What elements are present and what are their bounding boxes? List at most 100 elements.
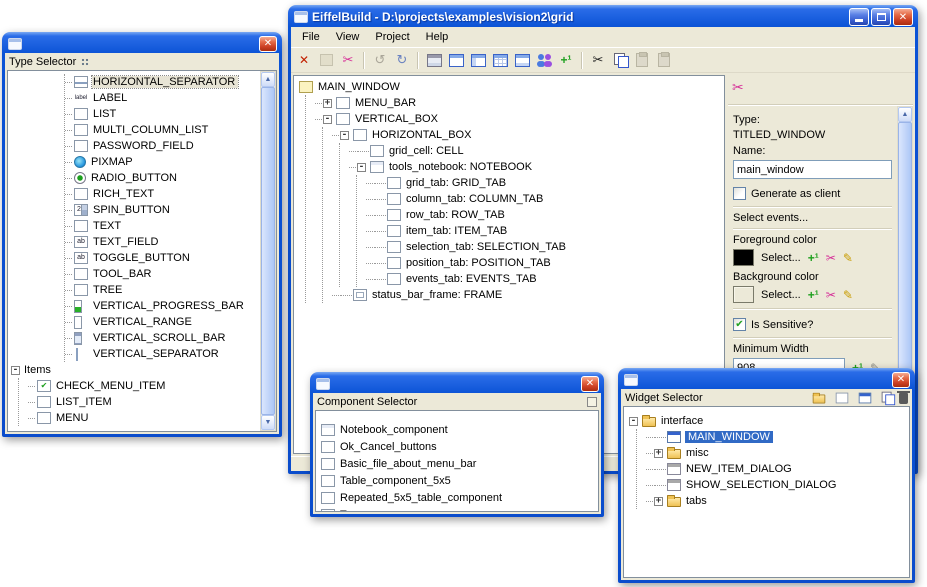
type-item-toggle-button[interactable]: ab TOGGLE_BUTTON (65, 250, 260, 266)
component-item-notebook[interactable]: Notebook_component (320, 421, 598, 438)
select-events-button[interactable]: Select events... (733, 212, 892, 224)
view-split-icon[interactable] (468, 50, 488, 70)
widget-node-show-selection-dialog[interactable]: SHOW_SELECTION_DIALOG (646, 477, 909, 493)
tree-node-horizontal-box[interactable]: - HORIZONTAL_BOX (332, 127, 724, 143)
type-item-menu[interactable]: MENU (28, 410, 260, 426)
collapse-icon[interactable]: - (340, 131, 349, 140)
widget-selector-titlebar[interactable]: ✕ (621, 368, 912, 389)
component-item-table[interactable]: Table_component_5x5 (320, 472, 598, 489)
type-item-password-field[interactable]: PASSWORD_FIELD (65, 138, 260, 154)
copy-icon[interactable] (881, 392, 895, 405)
scrollbar-thumb[interactable] (261, 87, 275, 415)
users-icon[interactable] (534, 50, 554, 70)
scroll-up-icon[interactable]: ▲ (261, 72, 275, 87)
close-button[interactable]: ✕ (581, 376, 599, 392)
new-folder-icon[interactable] (813, 395, 826, 404)
expand-icon[interactable]: + (654, 449, 663, 458)
collapse-icon[interactable]: - (357, 163, 366, 172)
menu-project[interactable]: Project (367, 28, 417, 46)
tree-node-menu-bar[interactable]: + MENU_BAR (315, 95, 724, 111)
widget-node-misc[interactable]: + misc (646, 445, 909, 461)
type-item-multi-column-list[interactable]: MULTI_COLUMN_LIST (65, 122, 260, 138)
type-item-vertical-range[interactable]: VERTICAL_RANGE (65, 314, 260, 330)
collapse-icon[interactable]: - (323, 115, 332, 124)
scroll-up-icon[interactable]: ▲ (898, 107, 912, 122)
collapse-icon[interactable]: - (11, 366, 20, 375)
view-panes-icon[interactable] (512, 50, 532, 70)
drag-handle-icon[interactable] (81, 58, 90, 67)
tree-node-grid-tab[interactable]: grid_tab: GRID_TAB (366, 175, 724, 191)
maximize-button[interactable] (871, 8, 891, 26)
type-item-vertical-scroll-bar[interactable]: VERTICAL_SCROLL_BAR (65, 330, 260, 346)
paste-icon[interactable] (632, 50, 652, 70)
detach-icon[interactable] (587, 397, 597, 407)
type-item-label[interactable]: label LABEL (65, 90, 260, 106)
type-item-check-menu-item[interactable]: ✔ CHECK_MENU_ITEM (28, 378, 260, 394)
generate-code-icon[interactable] (424, 50, 444, 70)
background-select-button[interactable]: Select... (761, 289, 801, 301)
cut-icon[interactable]: ✂ (588, 50, 608, 70)
close-button[interactable]: ✕ (892, 372, 910, 388)
menu-help[interactable]: Help (418, 28, 457, 46)
new-window-icon[interactable] (859, 393, 872, 404)
tree-node-selection-tab[interactable]: selection_tab: SELECTION_TAB (366, 239, 724, 255)
minimize-button[interactable] (849, 8, 869, 26)
new-widget-icon[interactable] (836, 393, 849, 404)
widget-node-tabs[interactable]: + tabs (646, 493, 909, 509)
plus-one-icon[interactable]: +¹ (808, 252, 819, 264)
widget-node-interface[interactable]: - interface (629, 413, 909, 429)
tree-node-position-tab[interactable]: position_tab: POSITION_TAB (366, 255, 724, 271)
type-selector-scrollbar[interactable]: ▲ ▼ (260, 71, 276, 431)
plus-one-icon[interactable]: +¹ (808, 289, 819, 301)
component-item-tree[interactable]: Tree (320, 506, 598, 512)
paste-special-icon[interactable] (654, 50, 674, 70)
widget-node-new-item-dialog[interactable]: NEW_ITEM_DIALOG (646, 461, 909, 477)
type-item-rich-text[interactable]: RICH_TEXT (65, 186, 260, 202)
eraser-icon[interactable]: ✎ (843, 252, 853, 264)
component-item-repeated-table[interactable]: Repeated_5x5_table_component (320, 489, 598, 506)
main-titlebar[interactable]: EiffelBuild - D:\projects\examples\visio… (291, 5, 915, 27)
tools-icon[interactable]: ✂ (732, 79, 744, 95)
view-grid-icon[interactable] (490, 50, 510, 70)
tree-node-column-tab[interactable]: column_tab: COLUMN_TAB (366, 191, 724, 207)
modify-icon[interactable]: ✂ (826, 289, 836, 301)
component-item-ok-cancel[interactable]: Ok_Cancel_buttons (320, 438, 598, 455)
eraser-icon[interactable]: ✎ (843, 289, 853, 301)
type-item-text-field[interactable]: ab TEXT_FIELD (65, 234, 260, 250)
type-item-spin-button[interactable]: 2 SPIN_BUTTON (65, 202, 260, 218)
tree-node-events-tab[interactable]: events_tab: EVENTS_TAB (366, 271, 724, 287)
type-item-vertical-separator[interactable]: VERTICAL_SEPARATOR (65, 346, 260, 362)
modify-icon[interactable]: ✂ (826, 252, 836, 264)
type-selector-titlebar[interactable]: ✕ (5, 32, 279, 53)
view-window-icon[interactable] (446, 50, 466, 70)
tree-node-vertical-box[interactable]: - VERTICAL_BOX (315, 111, 724, 127)
type-item-tree[interactable]: TREE (65, 282, 260, 298)
generate-client-checkbox[interactable] (733, 187, 746, 200)
redo-icon[interactable]: ↻ (392, 50, 412, 70)
tree-node-grid-cell[interactable]: grid_cell: CELL (349, 143, 724, 159)
delete-icon[interactable] (899, 393, 908, 404)
expand-icon[interactable]: + (323, 99, 332, 108)
foreground-select-button[interactable]: Select... (761, 252, 801, 264)
component-selector-titlebar[interactable]: ✕ (313, 372, 601, 393)
menu-view[interactable]: View (328, 28, 368, 46)
close-button[interactable]: ✕ (259, 36, 277, 52)
add-widget-icon[interactable]: +¹ (556, 50, 576, 70)
background-color-swatch[interactable] (733, 286, 754, 303)
name-input[interactable] (733, 160, 892, 179)
tree-node-row-tab[interactable]: row_tab: ROW_TAB (366, 207, 724, 223)
foreground-color-swatch[interactable] (733, 249, 754, 266)
collapse-icon[interactable]: - (629, 417, 638, 426)
copy-icon[interactable] (610, 50, 630, 70)
tree-node-main-window[interactable]: MAIN_WINDOW (298, 79, 724, 95)
type-item-pixmap[interactable]: PIXMAP (65, 154, 260, 170)
type-item-text[interactable]: TEXT (65, 218, 260, 234)
type-item-radio-button[interactable]: RADIO_BUTTON (65, 170, 260, 186)
is-sensitive-checkbox[interactable]: ✔ (733, 318, 746, 331)
type-item-list-item[interactable]: LIST_ITEM (28, 394, 260, 410)
tree-node-status-bar-frame[interactable]: status_bar_frame: FRAME (332, 287, 724, 303)
type-group-items[interactable]: - Items (11, 362, 260, 378)
tools-icon[interactable]: ✂ (338, 50, 358, 70)
disabled-icon[interactable] (316, 50, 336, 70)
delete-icon[interactable]: ✕ (294, 50, 314, 70)
